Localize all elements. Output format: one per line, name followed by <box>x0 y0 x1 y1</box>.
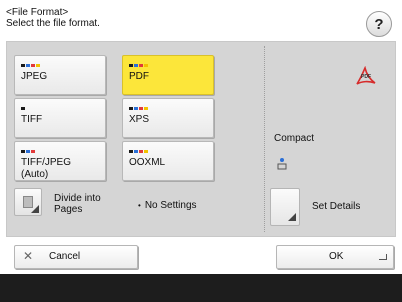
divide-status: • No Settings <box>138 200 197 211</box>
adobe-pdf-icon: PDF <box>356 66 376 85</box>
format-label: PDF <box>129 71 149 82</box>
svg-text:PDF: PDF <box>361 74 371 80</box>
help-button[interactable]: ? <box>366 11 392 37</box>
format-tiff-button[interactable]: TIFF <box>14 98 106 138</box>
format-label-line1: TIFF/JPEG <box>21 157 71 168</box>
close-icon: ✕ <box>23 249 34 263</box>
page-subtitle: Select the file format. <box>6 18 100 29</box>
color-dots-icon <box>129 107 148 111</box>
set-details-button[interactable] <box>270 188 300 226</box>
enter-icon <box>379 254 387 260</box>
ok-button[interactable]: OK <box>276 245 394 269</box>
format-label: JPEG <box>21 71 48 82</box>
format-label-line2: (Auto) <box>21 169 49 180</box>
page-title: <File Format> <box>6 7 69 18</box>
ok-label: OK <box>329 251 344 262</box>
cancel-button[interactable]: ✕ Cancel <box>14 245 138 269</box>
compact-label: Compact <box>274 133 315 144</box>
color-dots-icon <box>21 64 40 68</box>
format-label: XPS <box>129 114 150 125</box>
bullet-icon: • <box>138 201 141 210</box>
corner-arrow-icon <box>31 205 39 213</box>
bottom-status-bar <box>0 274 402 302</box>
compact-icon <box>277 158 287 170</box>
divide-label-line1: Divide into <box>54 193 101 204</box>
color-dots-icon <box>129 150 148 154</box>
divide-status-text: No Settings <box>144 200 197 211</box>
color-dots-icon <box>21 150 35 154</box>
corner-arrow-icon <box>288 213 296 221</box>
color-dots-icon <box>129 64 148 68</box>
format-label: TIFF/JPEG (Auto) <box>21 157 71 181</box>
format-tiff-jpeg-auto-button[interactable]: TIFF/JPEG (Auto) <box>14 141 106 181</box>
divide-label-line2: Pages <box>54 204 83 215</box>
format-pdf-button[interactable]: PDF <box>122 55 214 95</box>
help-icon: ? <box>374 15 384 33</box>
divide-into-pages-button[interactable] <box>14 188 42 216</box>
format-ooxml-button[interactable]: OOXML <box>122 141 214 181</box>
format-label: OOXML <box>129 157 166 168</box>
format-jpeg-button[interactable]: JPEG <box>14 55 106 95</box>
color-dots-icon <box>21 107 25 111</box>
format-xps-button[interactable]: XPS <box>122 98 214 138</box>
divide-into-pages-label: Divide into Pages <box>54 193 101 215</box>
panel-divider <box>264 46 265 232</box>
format-label: TIFF <box>21 114 43 125</box>
set-details-label: Set Details <box>312 201 361 212</box>
header: <File Format> Select the file format. ? <box>0 0 402 40</box>
cancel-label: Cancel <box>49 251 81 262</box>
